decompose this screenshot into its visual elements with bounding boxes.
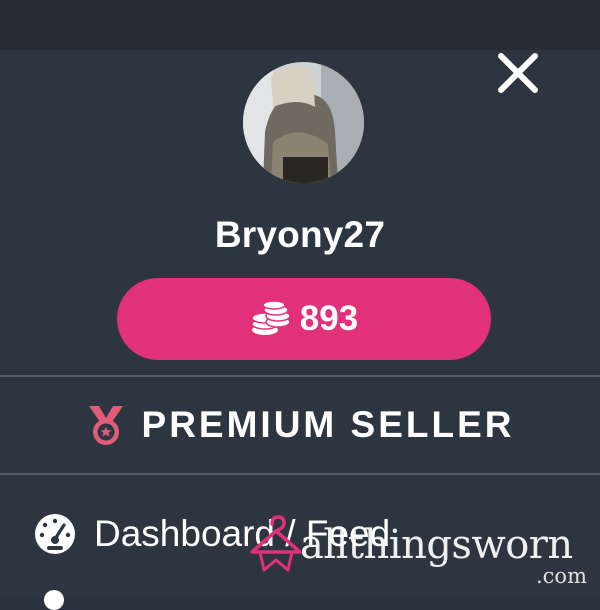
top-bar [0, 0, 600, 50]
watermark-logo: allthingsworn .com [248, 512, 593, 594]
next-menu-icon[interactable] [44, 590, 64, 610]
premium-seller-badge: PREMIUM SELLER [0, 376, 600, 473]
avatar-photo [243, 62, 364, 183]
gauge-icon [35, 514, 75, 554]
hanger-icon [250, 515, 302, 572]
watermark-tld: .com [536, 564, 587, 588]
coin-count: 893 [299, 299, 359, 338]
divider-bottom [0, 473, 600, 475]
avatar[interactable] [243, 62, 364, 183]
coins-icon [251, 300, 291, 335]
watermark-brand: allthingsworn [300, 522, 573, 568]
premium-seller-label: PREMIUM SELLER [141, 403, 515, 445]
medal-icon [88, 405, 123, 445]
close-button[interactable] [496, 51, 540, 95]
username: Bryony27 [214, 214, 386, 255]
coin-balance-button[interactable]: 893 [117, 278, 491, 360]
close-icon [498, 53, 538, 93]
